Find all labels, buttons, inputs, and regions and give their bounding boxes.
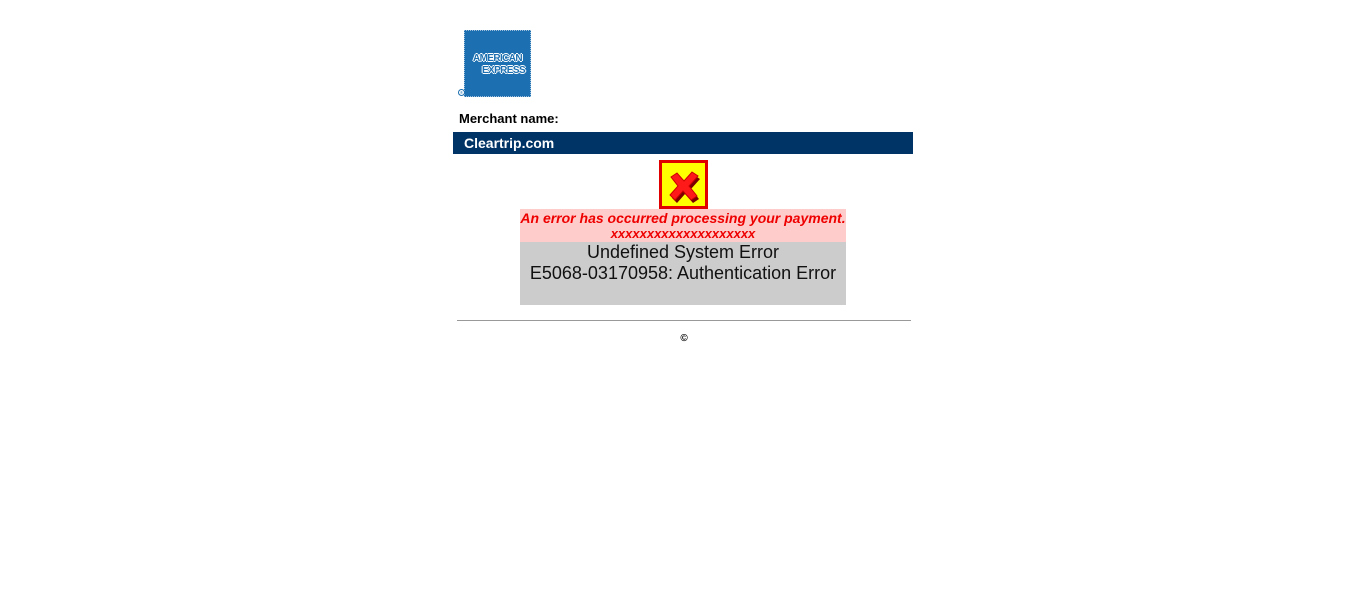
error-detail-line-1: Undefined System Error [586,242,780,262]
payment-error-page: AMERICAN EXPRESS ® Merchant name: Cleart… [0,0,1366,613]
american-express-logo: AMERICAN EXPRESS ® [458,30,534,98]
error-detail-line-2: E5068-03170958: Authentication Error [529,263,837,283]
logo-line-2: EXPRESS [481,65,526,76]
error-message: An error has occurred processing your pa… [520,210,846,226]
error-x-icon [659,160,708,209]
error-message-box: An error has occurred processing your pa… [520,209,846,242]
registered-mark-icon: ® [458,89,465,96]
error-detail-box: Undefined System Error E5068-03170958: A… [520,242,846,305]
logo-line-1: AMERICAN [472,53,523,64]
copyright-notice: © [680,333,688,344]
merchant-name-value: Cleartrip.com [464,135,555,151]
masked-reference: xxxxxxxxxxxxxxxxxxxx [610,226,756,241]
merchant-name-label: Merchant name: [459,111,559,126]
merchant-name-bar: Cleartrip.com [453,132,913,154]
logo-box: AMERICAN EXPRESS [464,30,531,97]
footer-divider [457,320,911,321]
